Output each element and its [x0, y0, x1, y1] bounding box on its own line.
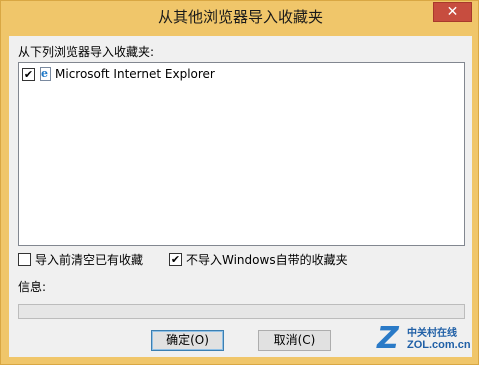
- list-item-label: Microsoft Internet Explorer: [55, 67, 215, 81]
- dialog-client-area: 从下列浏览器导入收藏夹: ✔ e Microsoft Internet Expl…: [9, 36, 472, 357]
- ie-page-icon: e: [39, 66, 53, 82]
- skip-windows-favorites-label: 不导入Windows自带的收藏夹: [186, 252, 348, 267]
- close-icon: ✕: [446, 4, 459, 20]
- clear-before-import-option[interactable]: 导入前清空已有收藏: [18, 251, 143, 267]
- close-button[interactable]: ✕: [433, 2, 472, 22]
- ok-button[interactable]: 确定(O): [151, 330, 224, 351]
- clear-before-import-label: 导入前清空已有收藏: [35, 252, 144, 267]
- zol-watermark-logo: Z 中关村在线 ZOL.com.cn: [377, 322, 472, 356]
- window-frame: 从其他浏览器导入收藏夹 ✕ 从下列浏览器导入收藏夹: ✔ e Microsoft…: [0, 0, 479, 365]
- window-title: 从其他浏览器导入收藏夹: [157, 8, 323, 26]
- import-progress-bar: [18, 304, 465, 319]
- ie-checkbox[interactable]: ✔: [22, 67, 35, 81]
- skip-windows-favorites-checkbox[interactable]: ✔: [169, 252, 182, 266]
- watermark-bottom-text: ZOL.com.cn: [407, 339, 471, 351]
- list-item-ie[interactable]: ✔ e Microsoft Internet Explorer: [22, 66, 215, 82]
- browser-listbox[interactable]: ✔ e Microsoft Internet Explorer: [18, 62, 465, 246]
- skip-windows-favorites-option[interactable]: ✔ 不导入Windows自带的收藏夹: [169, 251, 348, 267]
- source-browsers-label: 从下列浏览器导入收藏夹:: [18, 45, 155, 59]
- watermark-top-text: 中关村在线: [407, 328, 457, 339]
- zol-logo-icon: Z: [377, 321, 399, 356]
- info-label: 信息:: [18, 280, 47, 294]
- clear-before-import-checkbox[interactable]: [18, 252, 31, 266]
- cancel-button[interactable]: 取消(C): [258, 330, 331, 351]
